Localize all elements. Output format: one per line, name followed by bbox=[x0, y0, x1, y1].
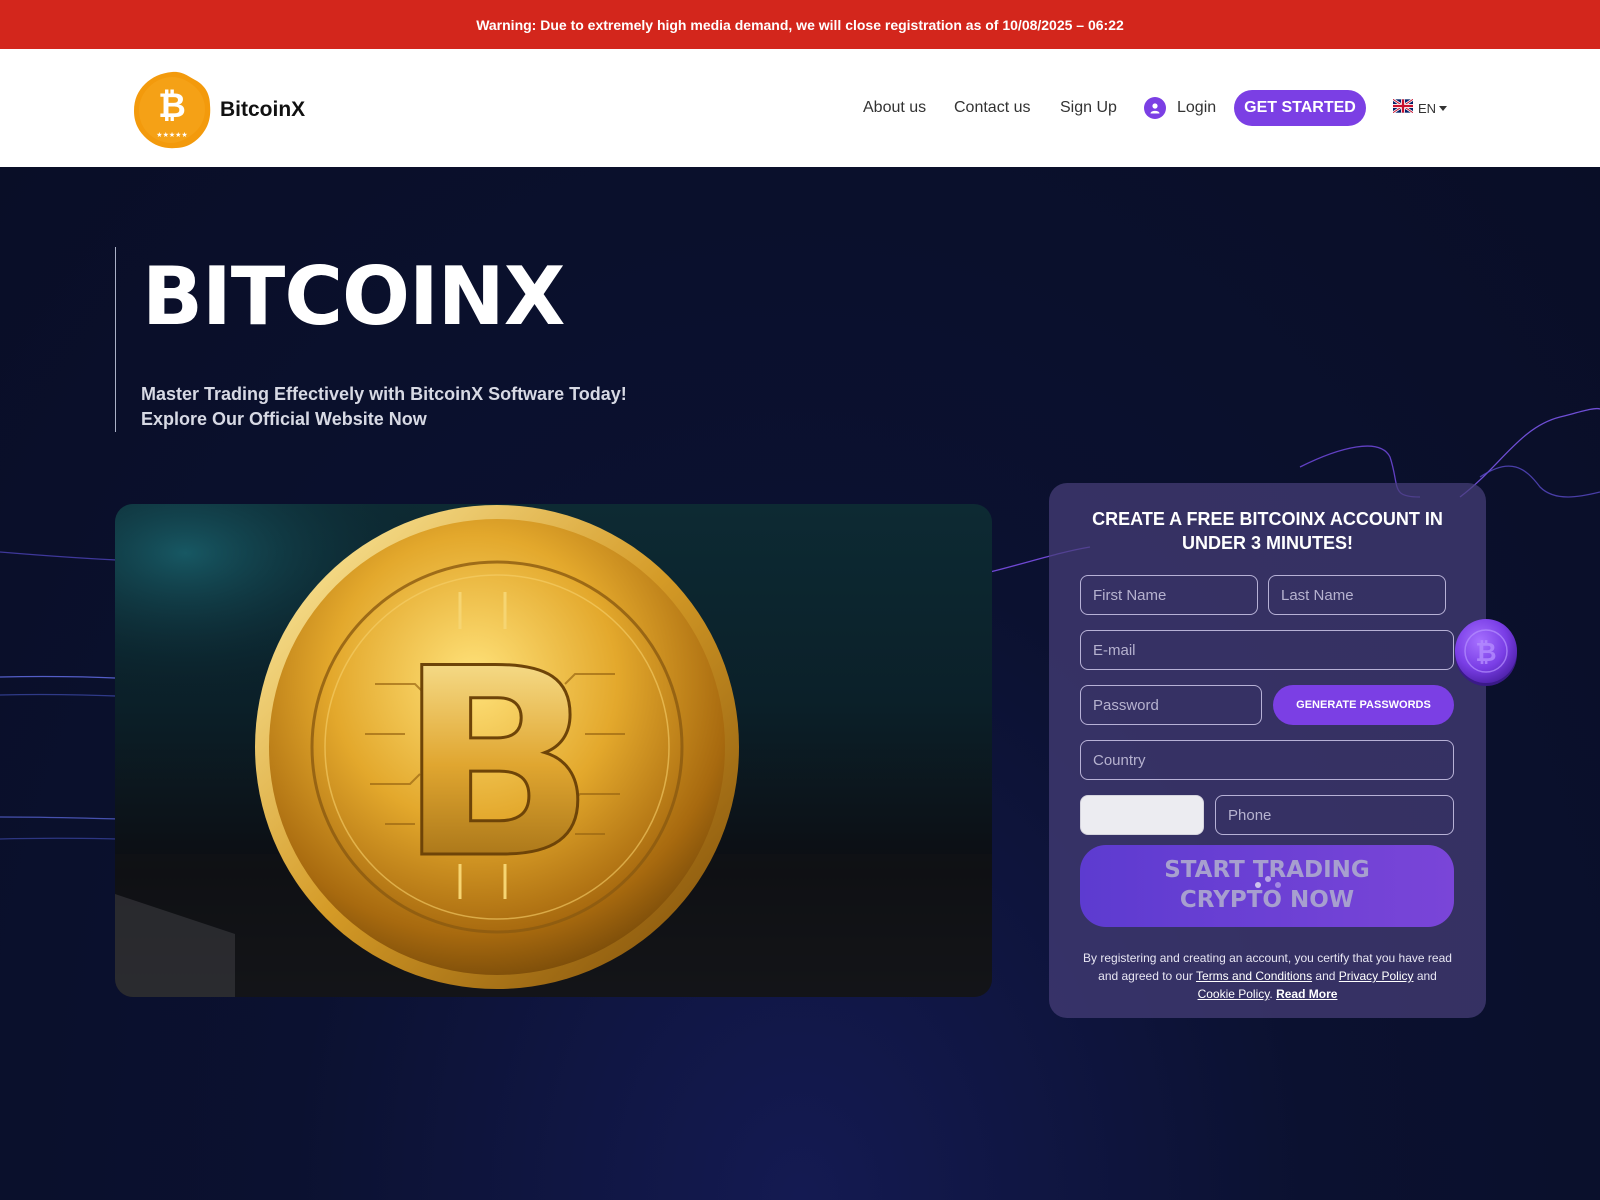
hero-title: BITCOINX bbox=[142, 250, 565, 343]
hero-subtitle-line2: Explore Our Official Website Now bbox=[141, 409, 427, 429]
last-name-field[interactable] bbox=[1268, 575, 1446, 615]
phone-field[interactable] bbox=[1215, 795, 1454, 835]
brand-logo[interactable]: ₿ ★★★★★ BitcoinX bbox=[131, 69, 305, 151]
form-title: CREATE A FREE BITCOINX ACCOUNT IN UNDER … bbox=[1092, 509, 1443, 553]
nav-contact-link[interactable]: Contact us bbox=[954, 90, 1030, 126]
language-selector[interactable]: EN bbox=[1392, 90, 1448, 126]
language-code: EN bbox=[1418, 100, 1437, 116]
chevron-down-icon bbox=[1439, 105, 1448, 111]
country-field[interactable] bbox=[1080, 740, 1454, 780]
login-label: Login bbox=[1177, 99, 1217, 116]
hero-subtitle: Master Trading Effectively with BitcoinX… bbox=[141, 382, 627, 432]
nav-about-link[interactable]: About us bbox=[863, 90, 926, 126]
privacy-link[interactable]: Privacy Policy bbox=[1339, 969, 1414, 983]
legal-period: . bbox=[1269, 987, 1273, 1001]
svg-text:★★★★★: ★★★★★ bbox=[156, 131, 187, 139]
get-started-button[interactable]: GET STARTED bbox=[1234, 90, 1366, 126]
phone-country-code-select[interactable] bbox=[1080, 795, 1204, 835]
bitcoin-badge-icon: ₿ ★★★★★ bbox=[131, 69, 213, 151]
legal-notice: By registering and creating an account, … bbox=[1079, 949, 1456, 1003]
legal-and-2: and bbox=[1416, 969, 1437, 983]
password-field[interactable] bbox=[1080, 685, 1262, 725]
warning-banner: Warning: Due to extremely high media dem… bbox=[0, 0, 1600, 49]
read-more-link[interactable]: Read More bbox=[1276, 987, 1337, 1001]
hero-subtitle-line1: Master Trading Effectively with BitcoinX… bbox=[141, 384, 627, 404]
nav-signup-link[interactable]: Sign Up bbox=[1060, 90, 1117, 126]
hero-section: BITCOINX Master Trading Effectively with… bbox=[0, 167, 1600, 1200]
first-name-field[interactable] bbox=[1080, 575, 1258, 615]
bitcoin-coin-image: B bbox=[115, 504, 992, 997]
svg-text:₿: ₿ bbox=[1475, 638, 1496, 668]
email-field[interactable] bbox=[1080, 630, 1454, 670]
svg-text:₿: ₿ bbox=[158, 86, 186, 126]
user-icon bbox=[1144, 97, 1166, 119]
terms-link[interactable]: Terms and Conditions bbox=[1196, 969, 1312, 983]
legal-and-1: and bbox=[1315, 969, 1336, 983]
hero-title-block: BITCOINX Master Trading Effectively with… bbox=[115, 247, 655, 432]
svg-text:B: B bbox=[398, 614, 596, 916]
generate-passwords-button[interactable]: GENERATE PASSWORDS bbox=[1273, 685, 1454, 725]
brand-name: BitcoinX bbox=[220, 98, 306, 121]
registration-form: CREATE A FREE BITCOINX ACCOUNT IN UNDER … bbox=[1049, 483, 1486, 1018]
bitcoin-coin-icon: ₿ bbox=[1455, 619, 1517, 686]
warning-text: Warning: Due to extremely high media dem… bbox=[476, 16, 1124, 33]
site-header: ₿ ★★★★★ BitcoinX About us Contact us Sig… bbox=[0, 49, 1600, 167]
login-link[interactable]: Login bbox=[1144, 90, 1216, 126]
loading-spinner-icon bbox=[1255, 876, 1281, 888]
cookie-link[interactable]: Cookie Policy bbox=[1198, 987, 1270, 1001]
uk-flag-icon bbox=[1392, 97, 1414, 118]
